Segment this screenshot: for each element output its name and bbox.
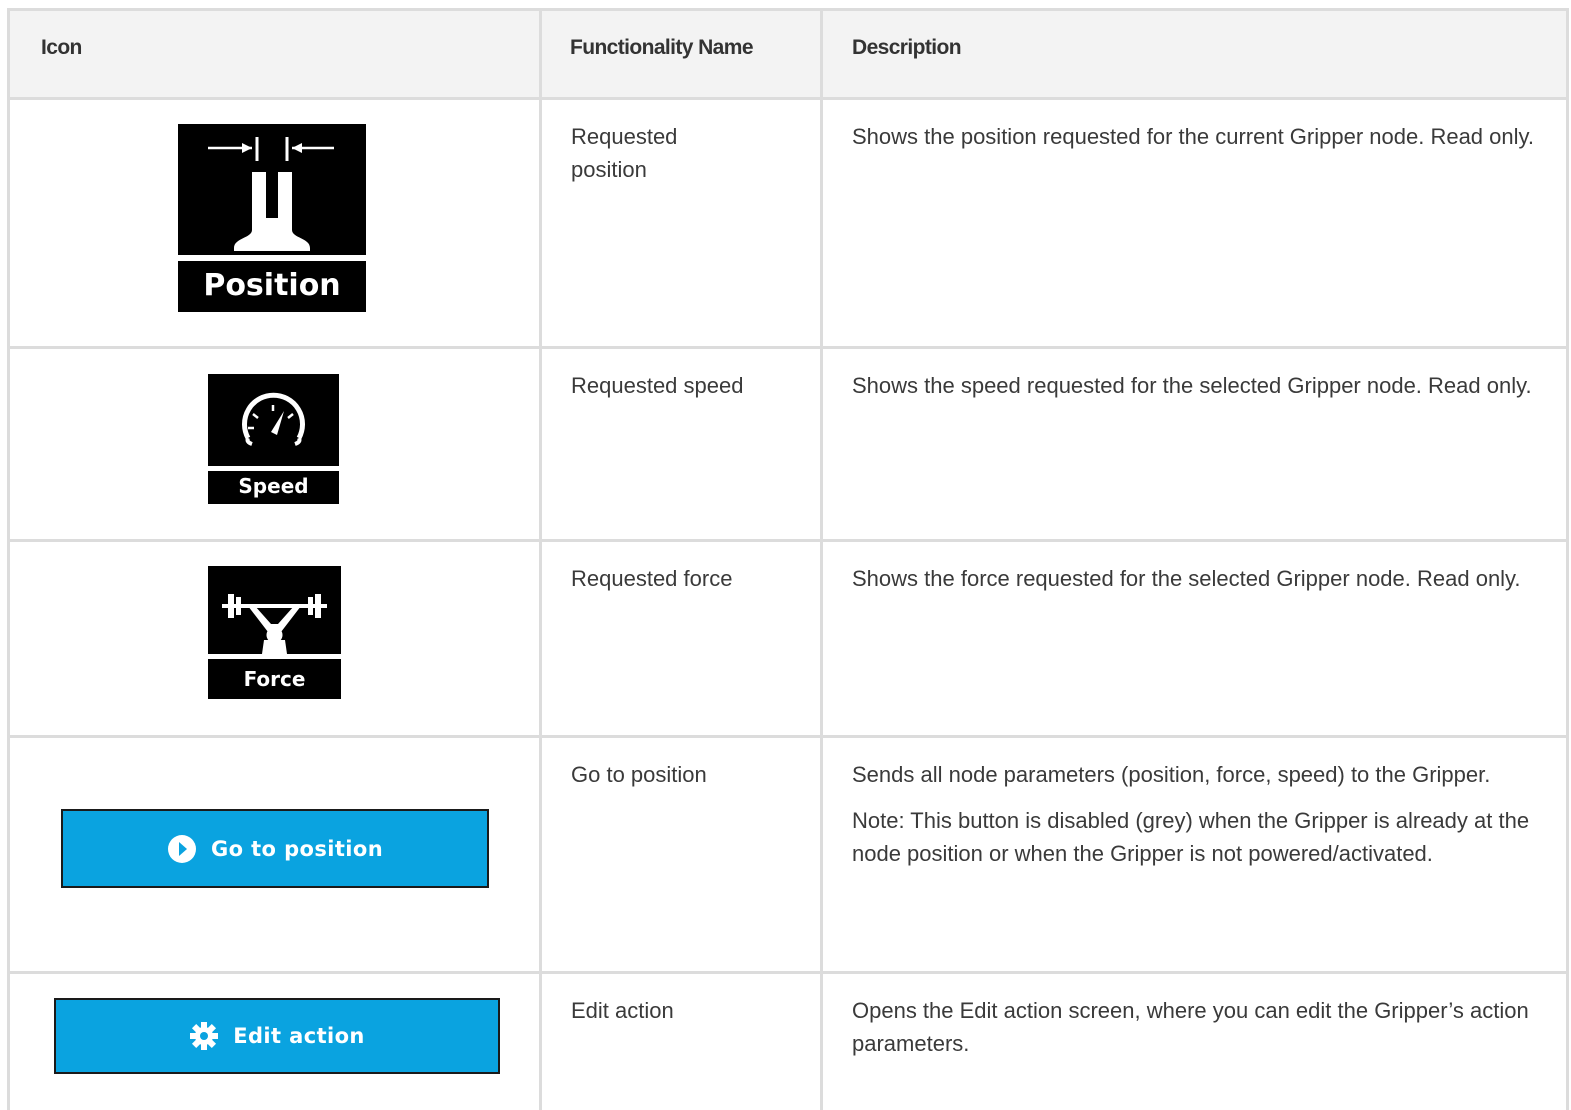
icon-cell: Edit action xyxy=(7,971,542,1110)
name-text: Requested force xyxy=(571,566,733,591)
name-text: Requested position xyxy=(571,124,678,182)
button-label: Go to position xyxy=(210,836,384,861)
functionality-name: Requested position xyxy=(539,97,823,349)
functionality-name: Edit action xyxy=(539,971,823,1110)
icon-cell: Speed xyxy=(7,346,542,542)
table-header-row: Icon Functionality Name Description xyxy=(7,8,1569,100)
name-text: Requested speed xyxy=(571,373,744,398)
icon-cell: Go to position xyxy=(7,735,542,974)
description-text: Shows the speed requested for the select… xyxy=(852,373,1532,398)
icon-label: Speed xyxy=(238,474,308,498)
description-text: Shows the position requested for the cur… xyxy=(852,124,1534,149)
speedometer-icon: Speed xyxy=(208,374,339,504)
name-text: Go to position xyxy=(571,762,707,787)
go-to-position-button[interactable]: Go to position xyxy=(61,809,489,888)
functionality-name: Requested force xyxy=(539,539,823,738)
header-icon: Icon xyxy=(7,8,542,100)
description-text: Sends all node parameters (position, for… xyxy=(852,762,1491,787)
name-text: Edit action xyxy=(571,998,674,1023)
description-cell: Opens the Edit action screen, where you … xyxy=(820,971,1569,1110)
play-circle-icon xyxy=(167,834,196,863)
note-text: Note: This button is disabled (grey) whe… xyxy=(852,808,1530,866)
table-row: Force Requested force Shows the force re… xyxy=(7,539,1569,738)
description-text: Opens the Edit action screen, where you … xyxy=(852,998,1529,1056)
weightlifter-icon: Force xyxy=(208,566,341,699)
table-row: Speed Requested speed Shows the speed re… xyxy=(7,346,1569,542)
description-text: Shows the force requested for the select… xyxy=(852,566,1521,591)
functionality-name: Go to position xyxy=(539,735,823,974)
header-functionality-name: Functionality Name xyxy=(539,8,823,100)
table-row: Position Requested position Shows the po… xyxy=(7,97,1569,349)
icon-cell: Force xyxy=(7,539,542,738)
description-cell: Sends all node parameters (position, for… xyxy=(820,735,1569,974)
description-cell: Shows the speed requested for the select… xyxy=(820,346,1569,542)
icon-label: Force xyxy=(244,667,306,691)
description-cell: Shows the force requested for the select… xyxy=(820,539,1569,738)
icon-cell: Position xyxy=(7,97,542,349)
gear-icon xyxy=(190,1022,219,1050)
functionality-table: Icon Functionality Name Description Posi… xyxy=(7,8,1569,1110)
header-description: Description xyxy=(820,8,1569,100)
edit-action-button[interactable]: Edit action xyxy=(54,998,500,1074)
functionality-name: Requested speed xyxy=(539,346,823,542)
table-row: Go to position Go to position Sends all … xyxy=(7,735,1569,974)
button-label: Edit action xyxy=(233,1024,365,1048)
description-cell: Shows the position requested for the cur… xyxy=(820,97,1569,349)
table-row: Edit action Edit action Opens the Edit a… xyxy=(7,971,1569,1110)
gripper-position-icon: Position xyxy=(178,124,366,312)
icon-label: Position xyxy=(203,268,340,303)
